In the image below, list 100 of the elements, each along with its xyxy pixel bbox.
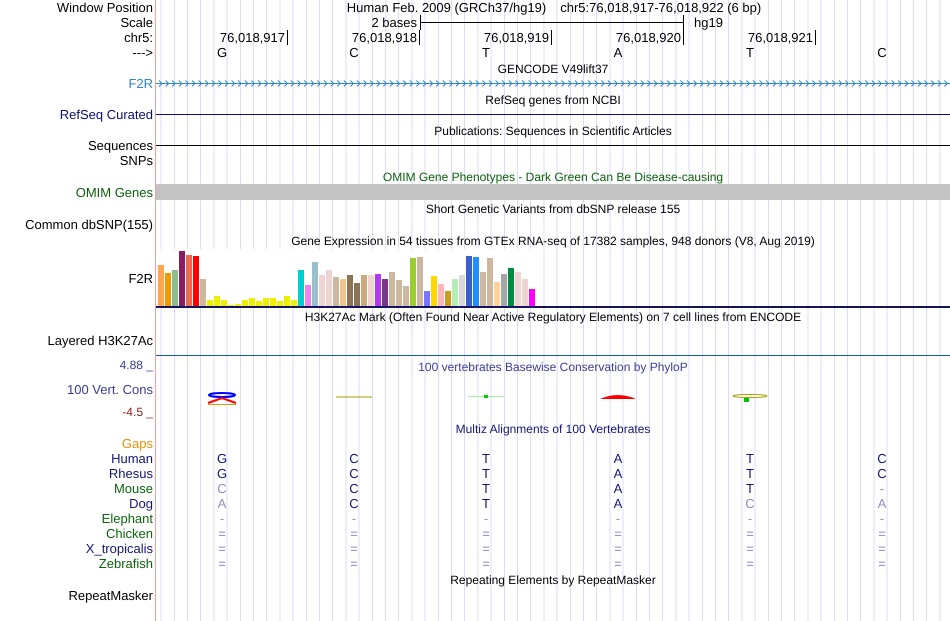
aligned-base: = [218,556,226,571]
scale-assembly: hg19 [694,15,723,30]
aligned-base: A [614,496,622,511]
aligned-base: C [877,466,887,481]
track-label: Common dbSNP(155) [25,216,153,232]
aligned-base: = [746,556,754,571]
aligned-base: = [218,541,226,556]
track-label: F2R [128,270,153,286]
aligned-base: T [746,451,754,466]
aligned-base: A [878,496,886,511]
aligned-base: C [349,451,359,466]
aligned-base: - [880,511,884,526]
position-tick-label: 76,018,918 [352,30,420,45]
aligned-base: G [216,451,228,466]
track-label: Layered H3K27Ac [47,332,153,348]
sequence-base: T [482,45,490,60]
species-label: Elephant [102,511,153,526]
aligned-base: - [880,481,884,496]
aligned-base: T [482,466,490,481]
aligned-base: A [614,466,622,481]
aligned-base: C [745,496,755,511]
aligned-base: = [482,541,490,556]
position-tick-label: 76,018,920 [616,30,684,45]
row-label: Window Position [56,0,153,15]
position-tick-label: 76,018,921 [748,30,816,45]
species-label: Mouse [114,481,153,496]
aligned-base: = [218,526,226,541]
aligned-base: - [484,511,488,526]
row-label: Scale [120,15,153,30]
aligned-base: C [349,481,359,496]
track-title: Gene Expression in 54 tissues from GTEx RNA-seq of 17382 samples, 948 donors (V8, Aug 2019) [291,234,815,248]
aligned-base: A [614,481,622,496]
aligned-base: = [614,526,622,541]
aligned-base: T [482,496,490,511]
aligned-base: = [350,556,358,571]
sequence-base: C [349,45,359,60]
species-label: X_tropicalis [86,541,153,556]
aligned-base: C [877,451,887,466]
aligned-base: = [878,556,886,571]
track-title: Repeating Elements by RepeatMasker [450,573,656,587]
aligned-base: - [352,511,356,526]
track-title: Short Genetic Variants from dbSNP release 155 [426,202,680,216]
track-title: RefSeq genes from NCBI [485,93,621,107]
species-label: Chicken [106,526,153,541]
aligned-base: - [220,511,224,526]
aligned-base: T [746,466,754,481]
axis-min-label: -4.5 _ [122,405,153,420]
species-label: Gaps [122,436,153,451]
sequence-base: T [746,45,754,60]
aligned-base: = [746,541,754,556]
conservation-logo-drawing [600,394,636,399]
aligned-base: A [218,496,226,511]
sequence-base: C [877,45,887,60]
conservation-logo-drawing [207,392,237,405]
sequence-base: A [614,45,622,60]
species-label: Dog [129,496,153,511]
track-title: OMIM Gene Phenotypes - Dark Green Can Be Disease-causing [382,170,724,184]
track-label: OMIM Genes [76,184,153,200]
species-label: Zebrafish [98,556,153,571]
track-label: Sequences [88,138,153,153]
track-label: 100 Vert. Cons [67,382,153,396]
aligned-base: = [482,526,490,541]
aligned-base: = [746,526,754,541]
aligned-base: = [878,526,886,541]
aligned-base: C [349,496,359,511]
aligned-base: = [614,541,622,556]
track-title: H3K27Ac Mark (Often Found Near Active Regulatory Elements) on 7 cell lines from ENCODE [304,310,802,324]
sequence-base: G [216,45,228,60]
aligned-base: T [746,481,754,496]
conservation-logo-drawing [732,394,768,402]
position-range: chr5:76,018,917-76,018,922 (6 bp) [560,0,762,15]
scale-text: 2 bases [371,15,417,30]
aligned-base: - [748,511,752,526]
aligned-base: A [614,451,622,466]
track-label: F2R [128,76,153,91]
aligned-base: T [482,451,490,466]
track-title: GENCODE V49lift37 [498,62,608,76]
track-label: RefSeq Curated [60,107,153,122]
conservation-logo-drawing [468,395,504,398]
assembly-text: Human Feb. 2009 (GRCh37/hg19) [346,0,546,15]
aligned-base: = [482,556,490,571]
aligned-base: = [350,541,358,556]
aligned-base: - [616,511,620,526]
position-tick-label: 76,018,919 [484,30,552,45]
track-title: 100 vertebrates Basewise Conservation by PhyloP [418,360,688,374]
aligned-base: = [350,526,358,541]
aligned-base: = [878,541,886,556]
axis-max-label: 4.88 _ [120,358,153,373]
track-label: SNPs [120,153,153,168]
aligned-base: C [349,466,359,481]
row-label: ---> [132,45,153,60]
aligned-base: G [216,466,228,481]
species-label: Human [111,451,153,466]
track-title: Publications: Sequences in Scientific Articles [434,124,672,138]
aligned-base: C [217,481,227,496]
row-label: chr5: [124,30,153,45]
aligned-base: = [614,556,622,571]
aligned-base: T [482,481,490,496]
position-tick-label: 76,018,917 [220,30,288,45]
track-title: Multiz Alignments of 100 Vertebrates [456,422,650,436]
